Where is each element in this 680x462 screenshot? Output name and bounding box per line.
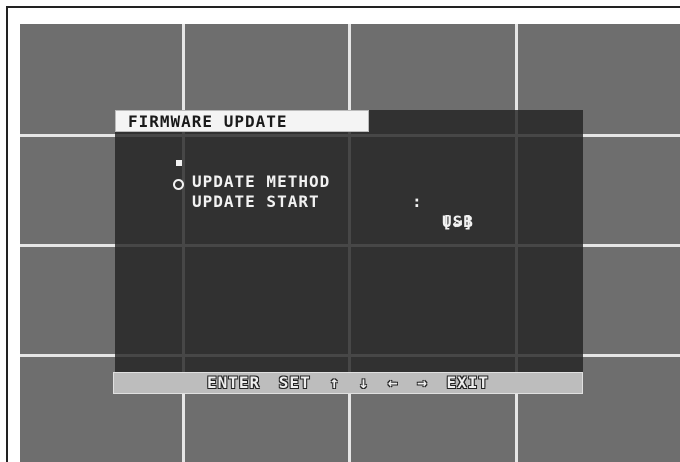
osd-title: FIRMWARE UPDATE — [115, 110, 369, 132]
arrow-down-icon: ↓ — [358, 373, 370, 392]
arrow-right-icon: → — [417, 373, 428, 392]
arrow-left-icon: ← — [387, 373, 399, 392]
menu-item-separator: : — [412, 192, 423, 211]
circle-bullet-icon — [173, 179, 184, 190]
menu-item-update-method[interactable]: UPDATE METHOD : USB — [192, 152, 473, 231]
camera-view-grid: FIRMWARE UPDATE UPDATE METHOD : USB UPDA… — [20, 24, 680, 462]
square-bullet-icon — [176, 160, 182, 166]
exit-label: EXIT — [446, 373, 489, 392]
menu-item-label: UPDATE START — [192, 192, 320, 211]
osd-menu-panel — [115, 110, 583, 392]
enter-label: ENTER — [206, 373, 261, 392]
enter-key-icon: [↵] — [442, 212, 474, 231]
set-label: SET — [278, 373, 311, 392]
status-bar: ENTER SET ↑ ↓ ← → EXIT — [113, 372, 583, 394]
arrow-up-icon: ↑ — [329, 373, 340, 392]
menu-item-update-start[interactable]: UPDATE START [↵] — [192, 172, 473, 231]
